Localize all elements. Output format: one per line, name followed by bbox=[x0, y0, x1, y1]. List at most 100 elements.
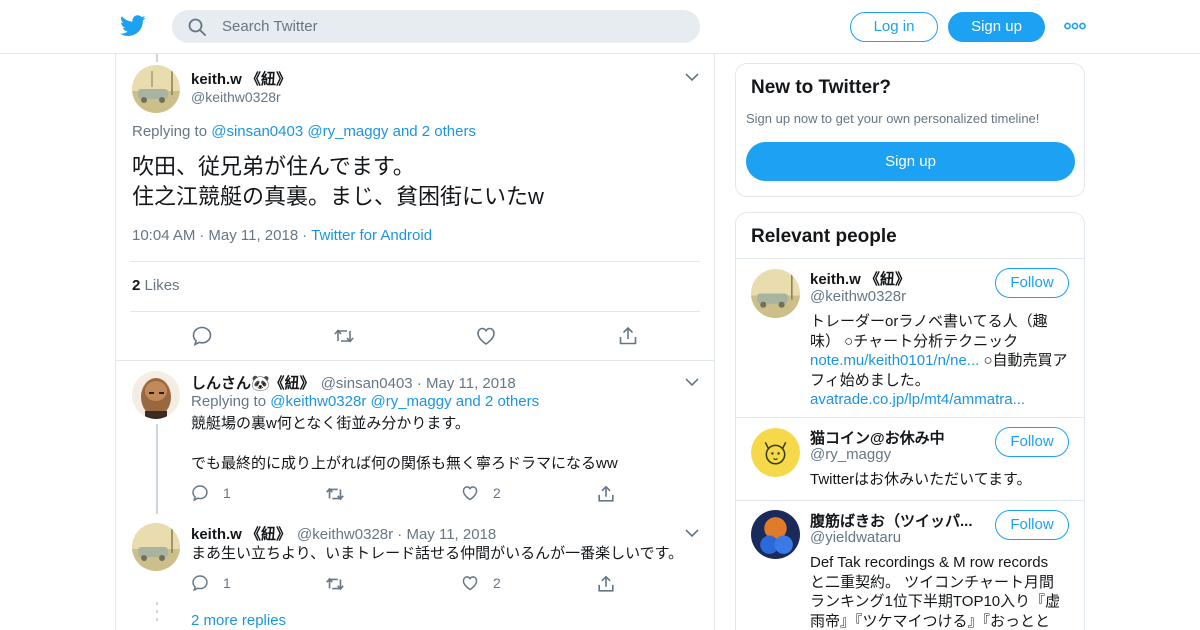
tweet-source-link[interactable]: Twitter for Android bbox=[311, 227, 432, 244]
reply-text: 競艇場の裏w何となく街並み分かります。 でも最終的に成り上がれば何の関係も無く寧… bbox=[191, 414, 618, 474]
likes-stat[interactable]: 2 Likes bbox=[132, 277, 180, 294]
tweet-time[interactable]: 10:04 AM bbox=[132, 227, 195, 244]
replying-to-link[interactable]: @sinsan0403 @ry_maggy and 2 others bbox=[211, 123, 476, 140]
like-heart-icon bbox=[462, 576, 478, 591]
card-title: New to Twitter? bbox=[751, 77, 892, 98]
follow-button[interactable]: Follow bbox=[995, 510, 1069, 540]
follow-button[interactable]: Follow bbox=[995, 268, 1069, 298]
reply-count: 1 bbox=[223, 485, 231, 501]
reply-text-line: まあ生い立ちより、いまトレード話せる仲間がいるんが一番楽しいです。 bbox=[191, 545, 684, 562]
avatar[interactable] bbox=[751, 510, 800, 559]
retweet-icon[interactable] bbox=[333, 325, 355, 347]
replying-to: Replying to @sinsan0403 @ry_maggy and 2 … bbox=[132, 123, 476, 140]
like-action[interactable]: 2 bbox=[461, 483, 501, 503]
avatar-image-icon bbox=[751, 510, 800, 559]
avatar[interactable] bbox=[132, 65, 180, 113]
retweet-icon[interactable] bbox=[325, 484, 345, 504]
login-button[interactable]: Log in bbox=[850, 12, 938, 42]
twitter-bird-logo-icon[interactable] bbox=[120, 14, 146, 38]
like-heart-icon[interactable] bbox=[475, 325, 497, 347]
bio-link[interactable]: avatrade.co.jp/lp/mt4/ammatra... bbox=[810, 390, 1072, 410]
reply-text-line: でも最終的に成り上がれば何の関係も無く寧ろドラマになるww bbox=[191, 455, 618, 472]
follow-button[interactable]: Follow bbox=[995, 427, 1069, 457]
person-name[interactable]: keith.w 《紐》 bbox=[810, 268, 980, 289]
relevant-people-card: Relevant people keith.w 《紐》 @keithw0328r… bbox=[735, 212, 1085, 630]
more-options-icon[interactable] bbox=[1064, 18, 1086, 34]
like-heart-icon bbox=[462, 486, 478, 501]
author-name[interactable]: しんさん🐼《紐》 bbox=[191, 375, 315, 392]
avatar[interactable] bbox=[751, 269, 800, 318]
search-input[interactable] bbox=[222, 10, 662, 43]
person-handle[interactable]: @ry_maggy bbox=[810, 446, 891, 463]
conversation-column: keith.w 《紐》 @keithw0328r Replying to @si… bbox=[115, 54, 715, 630]
reply-header: しんさん🐼《紐》 @sinsan0403 · May 11, 2018 bbox=[191, 372, 516, 393]
bio-line: ランキング1位下半期TOP10入り『虚 bbox=[810, 593, 1061, 610]
chevron-down-icon[interactable] bbox=[685, 377, 699, 387]
divider bbox=[116, 360, 714, 361]
reply-date[interactable]: · May 11, 2018 bbox=[417, 375, 516, 392]
reply-icon[interactable] bbox=[191, 325, 213, 347]
sidebar-signup-button[interactable]: Sign up bbox=[746, 142, 1075, 181]
person-name[interactable]: 猫コイン@お休み中 bbox=[810, 427, 980, 448]
thread-dot bbox=[156, 618, 158, 621]
author-name[interactable]: keith.w 《紐》 bbox=[191, 526, 291, 543]
replying-to-link[interactable]: @keithw0328r @ry_maggy and 2 others bbox=[270, 393, 539, 410]
tweet-text: 吹田、従兄弟が住んでます。 住之江競艇の真裏。まじ、貧困街にいたw bbox=[132, 152, 544, 212]
bio-line: Twitterはお休みいただいてます。 bbox=[810, 471, 1032, 488]
author-handle[interactable]: @sinsan0403 bbox=[321, 375, 413, 392]
share-icon[interactable] bbox=[617, 325, 639, 347]
bio-link[interactable]: note.mu/keith0101/n/ne... bbox=[810, 352, 979, 369]
signup-button[interactable]: Sign up bbox=[948, 12, 1045, 42]
tweet-metadata: 10:04 AM · May 11, 2018 · Twitter for Androi… bbox=[132, 227, 433, 244]
search-box[interactable] bbox=[172, 10, 700, 43]
chevron-down-icon[interactable] bbox=[685, 72, 699, 82]
cat-coin-avatar-icon bbox=[751, 428, 800, 477]
avatar[interactable] bbox=[132, 523, 180, 571]
more-replies-link[interactable]: 2 more replies bbox=[191, 612, 286, 629]
likes-label: Likes bbox=[144, 277, 180, 294]
author-handle[interactable]: @keithw0328r bbox=[191, 89, 281, 105]
tweet-text-line: 吹田、従兄弟が住んでます。 bbox=[132, 154, 415, 179]
thread-dot bbox=[156, 602, 158, 605]
person-handle[interactable]: @yieldwataru bbox=[810, 529, 901, 546]
reply-icon bbox=[192, 485, 208, 502]
replying-to: Replying to @keithw0328r @ry_maggy and 2… bbox=[191, 393, 539, 410]
reply-date[interactable]: · May 11, 2018 bbox=[397, 526, 496, 543]
tweet-text-line: 住之江競艇の真裏。まじ、貧困街にいたw bbox=[132, 184, 544, 209]
reply-action[interactable]: 1 bbox=[191, 483, 231, 503]
reply-action[interactable]: 1 bbox=[191, 573, 231, 593]
reply-text: まあ生い立ちより、いまトレード話せる仲間がいるんが一番楽しいです。 bbox=[191, 544, 683, 564]
person-bio: トレーダーorラノベ書いてる人（趣 味） ○チャート分析テクニック note.m… bbox=[810, 312, 1072, 410]
replying-prefix: Replying to bbox=[132, 123, 208, 140]
chevron-down-icon[interactable] bbox=[685, 528, 699, 538]
share-icon[interactable] bbox=[596, 484, 616, 504]
thread-line bbox=[156, 424, 158, 514]
reply-count: 1 bbox=[223, 575, 231, 591]
like-action[interactable]: 2 bbox=[461, 573, 501, 593]
retweet-icon[interactable] bbox=[325, 574, 345, 594]
author-handle[interactable]: @keithw0328r bbox=[297, 526, 393, 543]
bio-line: Def Tak recordings & M row records bbox=[810, 554, 1049, 571]
tweet-date[interactable]: May 11, 2018 bbox=[208, 227, 298, 244]
person-bio: Def Tak recordings & M row records と二重契約… bbox=[810, 553, 1072, 630]
reply-header: keith.w 《紐》 @keithw0328r · May 11, 2018 bbox=[191, 523, 496, 544]
person-handle[interactable]: @keithw0328r bbox=[810, 288, 906, 305]
person-name[interactable]: 腹筋ばきお（ツイッパ... bbox=[810, 510, 980, 531]
divider bbox=[130, 261, 700, 262]
like-count: 2 bbox=[493, 575, 501, 591]
avatar[interactable] bbox=[132, 371, 180, 419]
new-to-twitter-card: New to Twitter? Sign up now to get your … bbox=[735, 63, 1085, 197]
reply-text-line: 競艇場の裏w何となく街並み分かります。 bbox=[191, 415, 470, 432]
bio-line: 雨帝』『ツケマイつける』『おっとと bbox=[810, 612, 1051, 630]
card-subtitle: Sign up now to get your own personalized… bbox=[746, 111, 1040, 126]
search-icon bbox=[188, 18, 206, 36]
likes-count: 2 bbox=[132, 277, 141, 294]
divider bbox=[736, 417, 1084, 418]
author-name[interactable]: keith.w 《紐》 bbox=[191, 68, 291, 89]
bio-line: と二重契約。 ツイコンチャート月間 bbox=[810, 573, 1055, 591]
replying-prefix: Replying to bbox=[191, 393, 267, 410]
share-icon[interactable] bbox=[596, 574, 616, 594]
divider bbox=[130, 311, 700, 312]
avatar-image-icon bbox=[132, 371, 180, 419]
avatar[interactable] bbox=[751, 428, 800, 477]
